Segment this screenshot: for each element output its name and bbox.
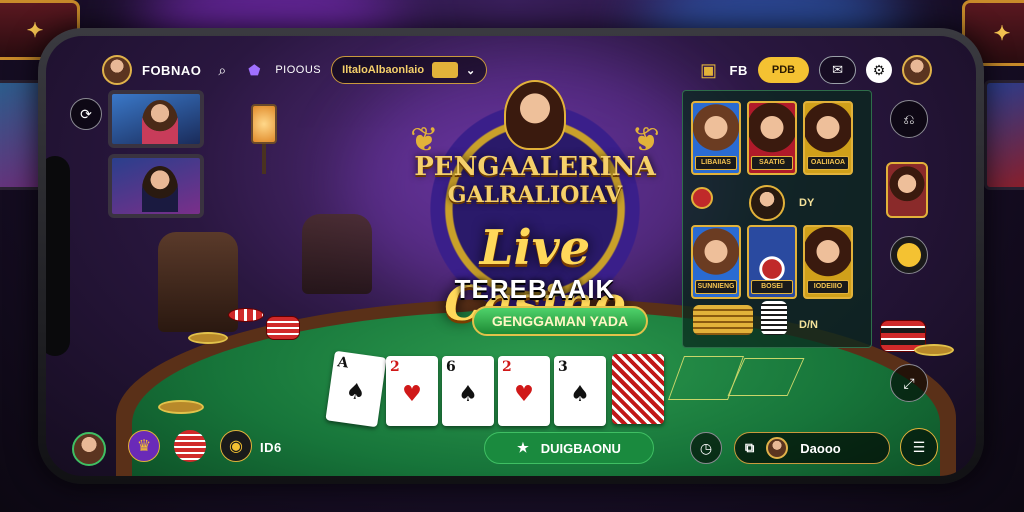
logo-title-line1: PENGAALERINA — [414, 152, 656, 182]
card-back — [612, 354, 664, 424]
chair-mid — [302, 214, 372, 294]
promo-text: IltaloAlbaonlaio — [342, 64, 425, 76]
host-portrait — [142, 166, 178, 212]
game-selection-panel: LIBAIIAS SAATIG OALIIAOA DY SUNNIENG BOS… — [682, 90, 872, 348]
user-name: Daooo — [800, 440, 841, 456]
record-button[interactable] — [890, 236, 928, 274]
bottom-label: ID6 — [260, 440, 282, 455]
chat-button[interactable]: ✉ — [819, 56, 856, 84]
search-icon[interactable]: ⌕ — [211, 59, 233, 81]
playing-card: 6 ♠ — [442, 356, 494, 426]
gold-action-button[interactable]: PDB — [757, 57, 810, 83]
cup-holder — [158, 400, 204, 414]
gold-coins — [693, 305, 753, 335]
chat-icon: ✉ — [832, 62, 843, 77]
cup-holder — [188, 332, 228, 344]
playing-card: A ♠ — [325, 350, 387, 428]
settings-button[interactable]: ⚙ — [866, 57, 892, 83]
history-icon: ⎌ — [903, 110, 915, 127]
menu-icon: ☰ — [912, 438, 926, 455]
game-tile[interactable]: SAATIG — [747, 101, 797, 175]
dealer-card[interactable] — [886, 162, 928, 218]
hostess-portrait — [504, 80, 566, 150]
chair-left — [158, 232, 238, 332]
chips-button[interactable] — [174, 430, 206, 462]
logo-title-line2: GALRALIOIAV — [447, 182, 623, 208]
tagline-badge: GENGGAMAN YADA — [472, 306, 648, 336]
profile-avatar[interactable] — [102, 55, 132, 85]
copy-icon: ⧉ — [745, 440, 755, 455]
fullscreen-button[interactable]: ⤢ — [890, 364, 928, 402]
chip-icon — [691, 187, 713, 209]
wall-lamp — [246, 94, 282, 184]
dealer-avatar[interactable] — [749, 185, 785, 221]
coins-icon: ◉ — [229, 438, 243, 455]
phone-frame: ⟳ A ♠ 2 ♥ 6 ♠ 2 ♥ 3 ♠ ❦ ❦ PENGAALERINA G… — [38, 28, 984, 484]
chevron-down-icon: ⌄ — [466, 64, 476, 77]
fullscreen-icon: ⤢ — [903, 374, 915, 391]
host-portrait — [142, 100, 178, 144]
user-pill-avatar — [766, 437, 789, 459]
shield-icon: ⬟ — [248, 61, 261, 78]
download-label: DUIGBAONU — [540, 440, 621, 456]
menu-button[interactable]: ☰ — [900, 428, 938, 466]
promo-pill[interactable]: IltaloAlbaonlaio ⌄ — [331, 56, 488, 84]
casino-scene: ✦ ✦ ⟳ A ♠ 2 ♥ 6 ♠ 2 ♥ 3 ♠ ❦ ❦ PENGAALERI… — [0, 0, 1024, 512]
brand-name: FOBNAO — [142, 62, 202, 78]
coins-button[interactable]: ◉ — [220, 430, 252, 462]
live-casino-logo: ❦ ❦ PENGAALERINA GALRALIOIAV Live Casino… — [390, 80, 680, 350]
vip-badge[interactable]: ♛ — [128, 430, 160, 462]
chip-stack — [761, 301, 787, 335]
player-avatar[interactable] — [72, 432, 106, 466]
monitor-bottom — [108, 154, 204, 218]
cup-holder — [914, 344, 954, 356]
refresh-icon: ⟳ — [80, 105, 92, 122]
shield-label[interactable]: PIOOUS — [275, 64, 321, 76]
timer-icon: ◷ — [699, 439, 713, 456]
playing-card: 2 ♥ — [498, 356, 550, 426]
game-tile[interactable]: IODEIIIO — [803, 225, 853, 299]
star-icon: ★ — [517, 440, 529, 455]
bottom-bar: ♛ ◉ ID6 ★ DUIGBAONU ◷ ⧉ Daooo ☰ — [70, 426, 940, 470]
playing-card: 3 ♠ — [554, 356, 606, 426]
history-button[interactable]: ⎌ — [890, 100, 928, 138]
record-icon — [897, 243, 921, 267]
user-pill[interactable]: ⧉ Daooo — [734, 432, 890, 464]
top-bar: FOBNAO ⌕ ⬟ PIOOUS IltaloAlbaonlaio ⌄ ▣ F… — [102, 52, 932, 88]
phone-notch — [46, 156, 70, 356]
treasure-chest-icon[interactable]: ▣ — [698, 59, 720, 81]
crown-icon: ♛ — [136, 438, 152, 455]
phone-screen: ⟳ A ♠ 2 ♥ 6 ♠ 2 ♥ 3 ♠ ❦ ❦ PENGAALERINA G… — [46, 36, 976, 476]
user-avatar[interactable] — [902, 55, 932, 85]
treasure-icon — [432, 62, 459, 78]
panel-bottom-label: D/N — [799, 319, 818, 331]
playing-card: 2 ♥ — [386, 356, 438, 426]
menu-label[interactable]: FB — [730, 63, 748, 78]
timer-button[interactable]: ◷ — [690, 432, 722, 464]
refresh-button[interactable]: ⟳ — [70, 98, 102, 130]
download-button[interactable]: ★ DUIGBAONU — [484, 432, 654, 464]
game-tile[interactable]: SUNNIENG — [691, 225, 741, 299]
terbaik-label: TEREBAAIK — [454, 274, 616, 304]
gear-icon: ⚙ — [872, 61, 886, 78]
bg-monitor-right — [984, 80, 1024, 190]
chip-stack — [228, 308, 264, 322]
panel-row-label: DY — [799, 197, 815, 209]
game-tile[interactable]: OALIIAOA — [803, 101, 853, 175]
game-tile[interactable]: BOSEI — [747, 225, 797, 299]
game-tile[interactable]: LIBAIIAS — [691, 101, 741, 175]
monitor-top — [108, 90, 204, 148]
chip-stack — [266, 316, 300, 340]
